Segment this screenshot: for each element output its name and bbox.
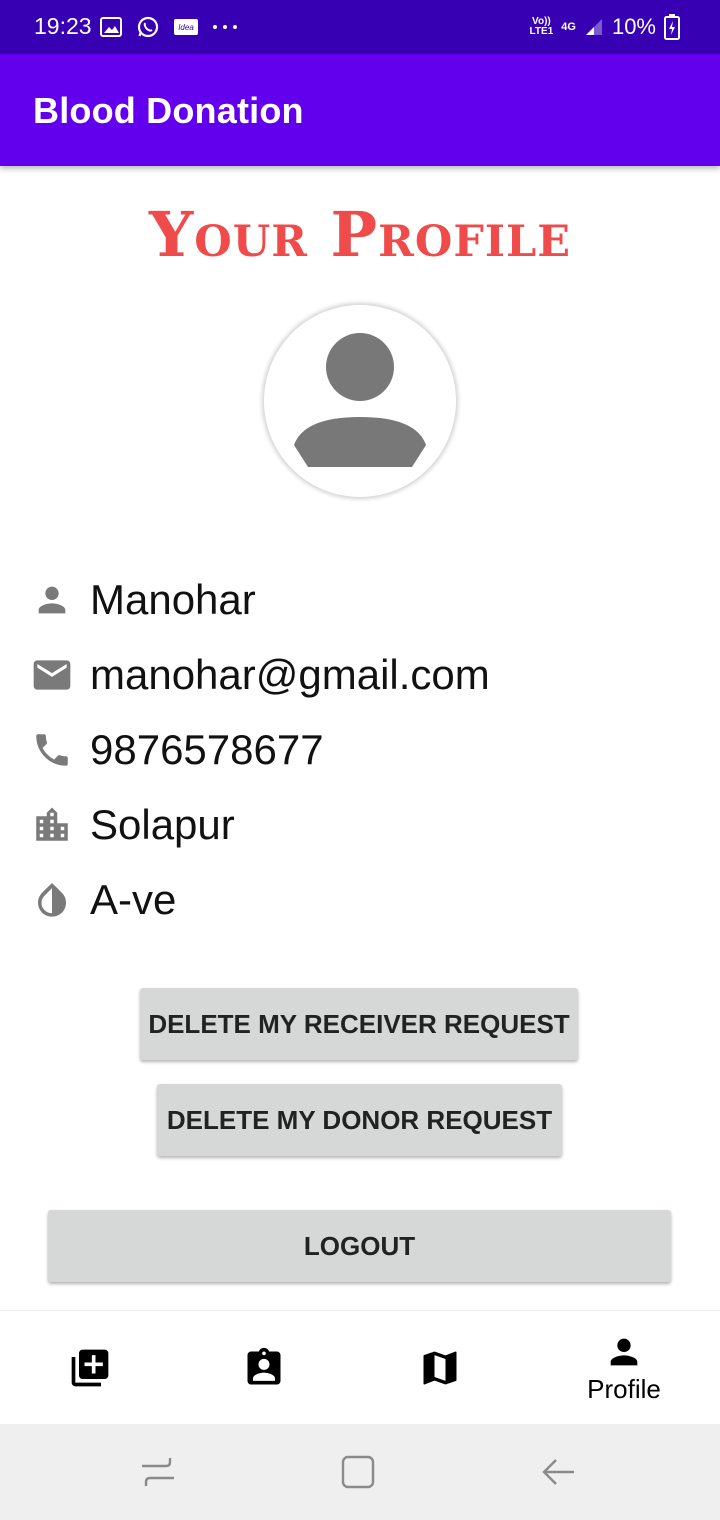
- back-icon[interactable]: [538, 1452, 578, 1492]
- page-title: Your Profile: [148, 198, 571, 271]
- profile-phone: 9876578677: [90, 726, 324, 773]
- delete-receiver-request-button[interactable]: DELETE MY RECEIVER REQUEST: [140, 988, 578, 1060]
- nav-item-add-request[interactable]: [0, 1311, 180, 1425]
- status-indicators: Vo)) LTE1 4G 10%: [530, 12, 680, 42]
- recent-apps-icon[interactable]: [138, 1452, 178, 1492]
- nav-item-profile[interactable]: Profile: [534, 1311, 714, 1425]
- email-icon: [30, 653, 74, 697]
- email-row: manohar@gmail.com: [30, 645, 690, 705]
- profile-city: Solapur: [90, 801, 235, 848]
- bottom-navigation: Profile: [0, 1310, 720, 1424]
- notification-icons: Idea: [100, 13, 238, 41]
- volte-indicator: Vo)) LTE1: [529, 16, 554, 37]
- map-icon: [423, 1351, 457, 1385]
- profile-blood-group: A-ve: [90, 876, 177, 923]
- more-icon: [213, 25, 237, 29]
- nav-item-map[interactable]: [350, 1311, 530, 1425]
- name-row: Manohar: [30, 570, 690, 630]
- delete-donor-request-button[interactable]: DELETE MY DONOR REQUEST: [157, 1084, 562, 1156]
- battery-icon: [664, 14, 680, 40]
- nav-item-donors[interactable]: [174, 1311, 354, 1425]
- app-title: Blood Donation: [33, 90, 304, 131]
- system-navigation-bar: [0, 1424, 720, 1520]
- blood-drop-icon: [30, 878, 74, 922]
- svg-text:Idea: Idea: [178, 23, 194, 32]
- nav-label-profile: Profile: [587, 1373, 661, 1404]
- avatar[interactable]: [264, 305, 456, 497]
- status-bar: 19:23 Idea Vo)) LTE1 4G 10%: [0, 0, 720, 54]
- logout-button[interactable]: LOGOUT: [48, 1210, 671, 1282]
- battery-percent: 10%: [611, 14, 656, 39]
- city-icon: [30, 803, 74, 847]
- profile-email: manohar@gmail.com: [90, 651, 490, 698]
- phone-row: 9876578677: [30, 720, 690, 780]
- profile-name: Manohar: [90, 576, 256, 623]
- person-icon: [610, 1338, 638, 1365]
- donor-badge-icon: [247, 1347, 281, 1385]
- status-time: 19:23: [34, 13, 92, 39]
- gallery-icon: [100, 17, 122, 37]
- idea-icon: Idea: [174, 19, 198, 35]
- home-icon[interactable]: [338, 1452, 378, 1492]
- network-type: 4G: [561, 21, 576, 33]
- city-row: Solapur: [30, 795, 690, 855]
- phone-icon: [30, 728, 74, 772]
- add-request-icon: [71, 1349, 109, 1387]
- default-avatar-icon: [294, 333, 426, 467]
- person-icon: [30, 578, 74, 622]
- whatsapp-icon: [137, 16, 159, 38]
- signal-icon: [585, 19, 602, 35]
- blood-group-row: A-ve: [30, 870, 690, 930]
- app-bar: Blood Donation: [0, 54, 720, 166]
